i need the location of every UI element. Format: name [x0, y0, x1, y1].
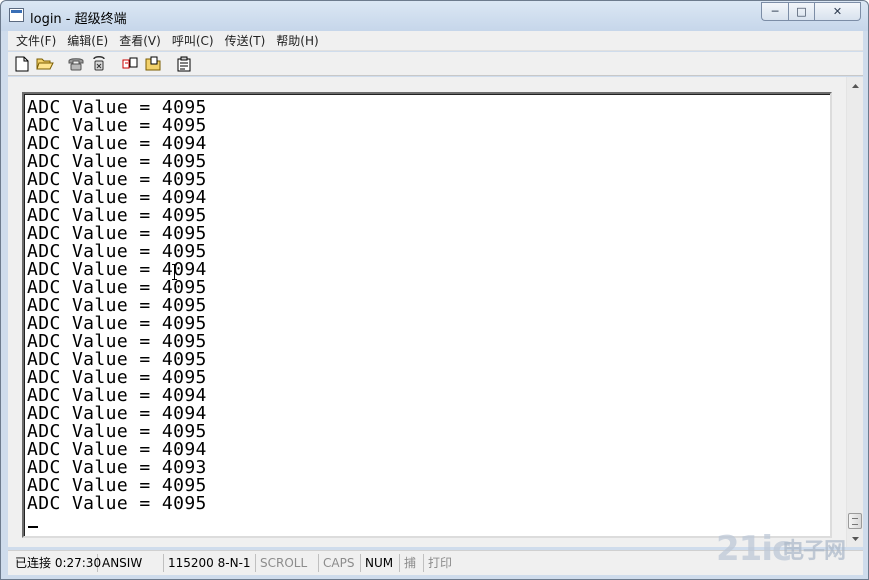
status-emulation: ANSIW	[98, 554, 164, 572]
terminal-line: ADC Value = 4095	[27, 493, 207, 514]
menu-bar: 文件(F) 编辑(E) 查看(V) 呼叫(C) 传送(T) 帮助(H)	[8, 31, 863, 51]
app-icon[interactable]	[9, 8, 24, 22]
window-controls: ─ □ ✕	[761, 2, 861, 21]
disconnect-icon[interactable]	[88, 54, 110, 74]
terminal-lines: ADC Value = 4095 ADC Value = 4095 ADC Valu…	[27, 99, 207, 513]
watermark-text: 电子网	[782, 539, 846, 564]
menu-file[interactable]: 文件(F)	[12, 32, 63, 49]
toolbar	[8, 52, 863, 76]
watermark-logo: 21ic	[716, 529, 792, 569]
status-print: 打印	[428, 556, 453, 570]
scroll-thumb[interactable]	[848, 513, 862, 529]
menu-transfer[interactable]: 传送(T)	[221, 32, 273, 49]
open-folder-icon[interactable]	[34, 54, 56, 74]
status-port-settings: 115200 8-N-1	[164, 554, 256, 572]
client-area: ADC Value = 4095 ADC Value = 4095 ADC Valu…	[8, 77, 863, 547]
status-caps: CAPS	[319, 554, 361, 572]
vertical-scrollbar[interactable]	[846, 77, 863, 547]
call-phone-icon[interactable]	[65, 54, 87, 74]
status-connection: 已连接 0:27:30	[11, 554, 101, 572]
status-num: NUM	[361, 554, 400, 572]
close-button[interactable]: ✕	[815, 2, 861, 21]
maximize-button[interactable]: □	[788, 2, 815, 21]
menu-help[interactable]: 帮助(H)	[272, 32, 325, 49]
terminal-output[interactable]: ADC Value = 4095 ADC Value = 4095 ADC Valu…	[22, 92, 832, 538]
menu-view[interactable]: 查看(V)	[115, 32, 168, 49]
send-file-icon[interactable]	[119, 54, 141, 74]
new-file-icon[interactable]	[11, 54, 33, 74]
status-scroll: SCROLL	[256, 554, 319, 572]
watermark: 21ic 电子网	[716, 529, 866, 577]
hyperterminal-window: login - 超级终端 ─ □ ✕ 文件(F) 编辑(E) 查看(V) 呼叫(…	[0, 0, 869, 580]
menu-call[interactable]: 呼叫(C)	[168, 32, 221, 49]
properties-icon[interactable]	[173, 54, 195, 74]
title-bar[interactable]: login - 超级终端 ─ □ ✕	[1, 1, 868, 31]
minimize-button[interactable]: ─	[761, 2, 788, 21]
scroll-up-icon[interactable]	[847, 77, 864, 94]
receive-file-icon[interactable]	[142, 54, 164, 74]
status-capture: 捕	[400, 554, 424, 572]
menu-edit[interactable]: 编辑(E)	[63, 32, 115, 49]
window-title: login - 超级终端	[30, 12, 127, 27]
mouse-ibeam-cursor	[172, 264, 177, 280]
text-cursor	[28, 526, 38, 528]
